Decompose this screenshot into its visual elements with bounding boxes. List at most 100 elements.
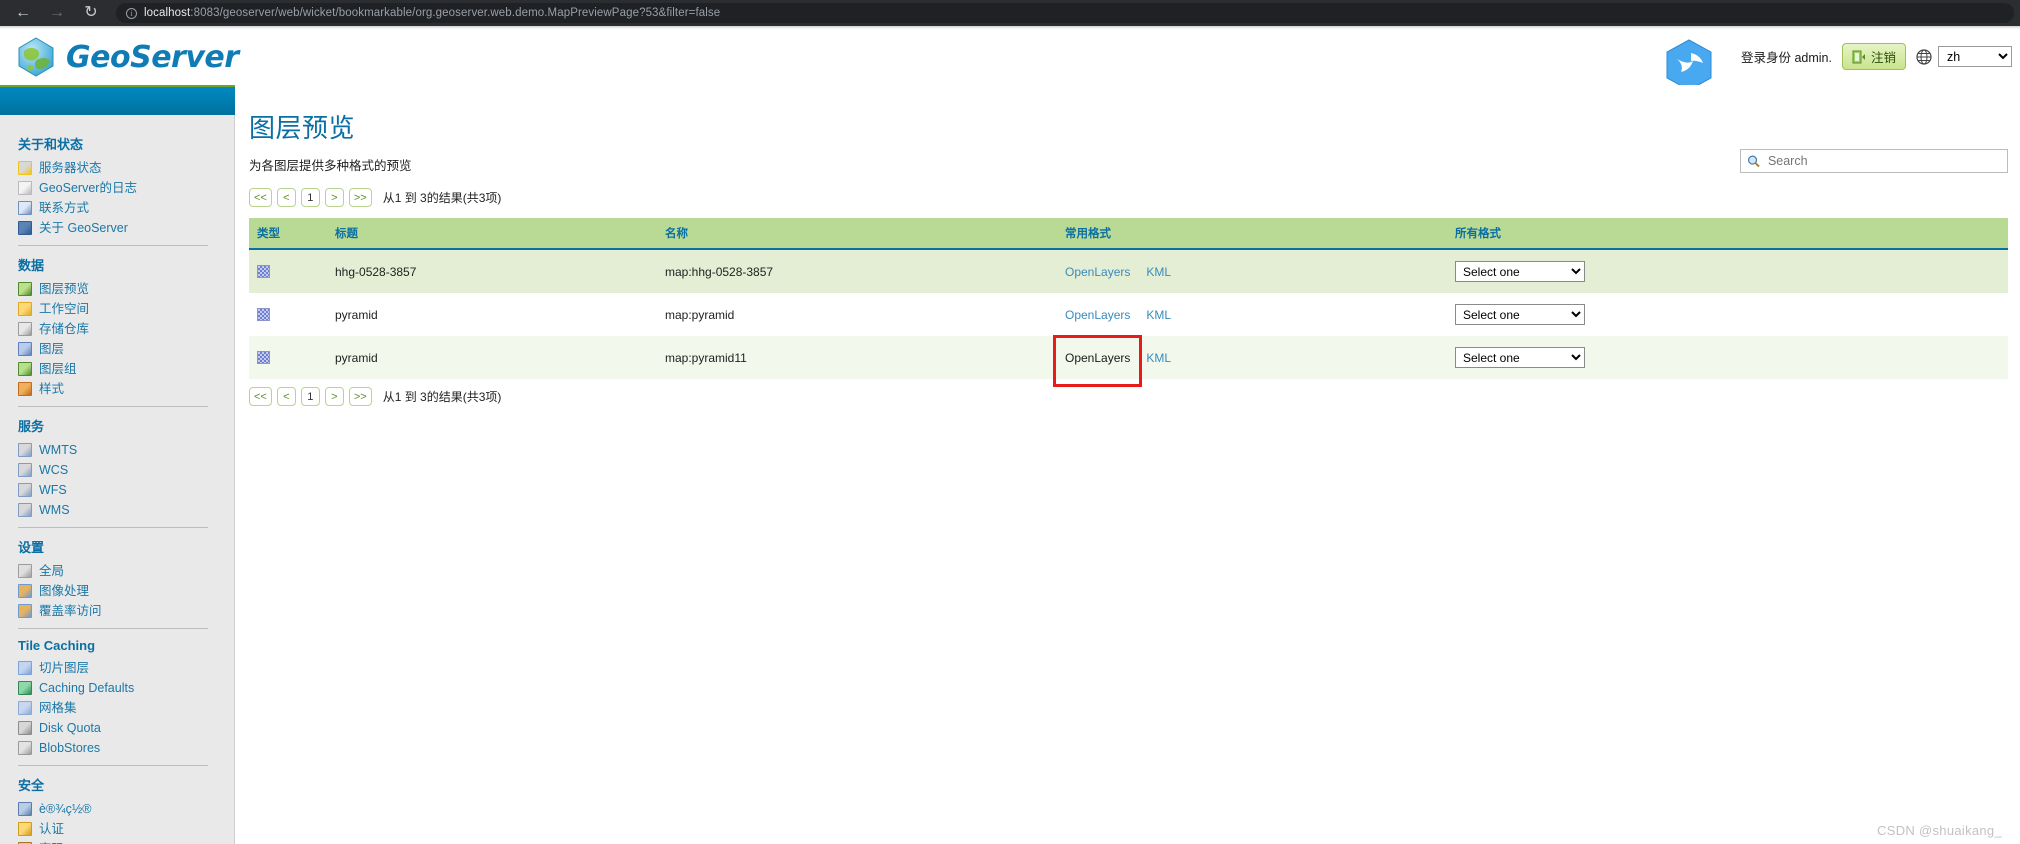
sidebar-item-label: 全局 [39,564,65,578]
coverage-access-icon [18,604,32,618]
pager-first-button-bottom[interactable]: << [249,387,272,406]
format-link-openlayers[interactable]: OpenLayers [1065,351,1130,365]
language-switcher[interactable]: zh [1916,46,2012,67]
format-link-kml[interactable]: KML [1146,351,1171,365]
sidebar-item-coverage-access[interactable]: 覆盖率访问 [18,601,234,621]
all-formats-select[interactable]: Select one [1455,347,1585,368]
info-circle-icon[interactable]: i [126,7,137,19]
search-input[interactable] [1765,153,2001,169]
sidebar-item-server-status[interactable]: 服务器状态 [18,158,234,178]
sidebar-item-about-info[interactable]: 关于 GeoServer [18,218,234,238]
pager-result-text-bottom: 从1 到 3的结果(共3项) [382,390,502,404]
cell-name: map:pyramid11 [657,336,1057,379]
sidebar-item-service-wms[interactable]: WMS [18,500,234,520]
sidebar-item-document-log[interactable]: GeoServer的日志 [18,178,234,198]
pager-prev-button-bottom[interactable]: < [276,387,296,406]
column-header-title[interactable]: 标题 [327,218,657,250]
sidebar-item-shield-auth[interactable]: 认证 [18,819,234,839]
language-select[interactable]: zh [1938,46,2012,67]
table-header-row: 类型 标题 名称 常用格式 所有格式 [249,218,2008,250]
sidebar-item-label: WMTS [39,443,78,457]
contact-card-icon [18,201,32,215]
logo[interactable]: GeoServer [0,35,239,79]
sidebar-item-wrench-settings[interactable]: è®¾ç½® [18,799,234,819]
sidebar-item-layergroup[interactable]: 图层组 [18,359,234,379]
sidebar-item-disk-quota[interactable]: Disk Quota [18,718,234,738]
format-link-kml[interactable]: KML [1146,308,1171,322]
app-header: GeoServer 登录身份 admin. 注销 zh [0,29,2020,91]
about-info-icon [18,221,32,235]
sidebar-group-title: 关于和状态 [18,137,84,152]
sidebar-item-caching-globe[interactable]: Caching Defaults [18,678,234,698]
pager-last-button[interactable]: >> [348,188,372,207]
sidebar-item-label: 切片图层 [39,661,90,675]
logout-button[interactable]: 注销 [1841,43,1906,70]
sidebar-item-style-palette[interactable]: 样式 [18,379,234,399]
column-header-type[interactable]: 类型 [249,218,327,250]
pager-top: << < 1 > >> 从1 到 3的结果(共3项) [249,188,2020,207]
column-header-common-formats[interactable]: 常用格式 [1057,218,1447,250]
format-link-kml[interactable]: KML [1146,265,1171,279]
sidebar-top-band [0,85,235,115]
sidebar-item-contact-card[interactable]: 联系方式 [18,198,234,218]
image-processing-icon [18,584,32,598]
logout-label: 注销 [1870,51,1896,65]
pager-page-1-button-bottom[interactable]: 1 [300,387,320,406]
sidebar-item-datastore[interactable]: 存储仓库 [18,319,234,339]
cell-title: hhg-0528-3857 [327,249,657,293]
back-arrow-icon[interactable]: ← [6,0,40,26]
sidebar-item-label: Disk Quota [39,721,101,735]
sidebar-item-blobstore[interactable]: BlobStores [18,738,234,758]
cell-title: pyramid [327,293,657,336]
all-formats-select[interactable]: Select one [1455,261,1585,282]
pager-page-1-button[interactable]: 1 [300,188,320,207]
pager-prev-button[interactable]: < [276,188,296,207]
sidebar-item-label: Caching Defaults [39,681,135,695]
layergroup-icon [18,362,32,376]
reload-icon[interactable]: ↻ [74,0,108,26]
sidebar-group-title: Tile Caching [18,638,96,653]
raster-type-icon [257,308,270,321]
cell-all-formats: Select one [1447,336,2008,379]
format-link-openlayers[interactable]: OpenLayers [1065,308,1130,322]
sidebar-item-layer[interactable]: 图层 [18,339,234,359]
sidebar-item-service-wmts[interactable]: WMTS [18,440,234,460]
sidebar-item-layer-preview[interactable]: 图层预览 [18,279,234,299]
sidebar-item-global-settings[interactable]: 全局 [18,561,234,581]
pager-first-button[interactable]: << [249,188,272,207]
sidebar-item-gridset[interactable]: 网格集 [18,698,234,718]
column-header-all-formats[interactable]: 所有格式 [1447,218,2008,250]
sidebar-item-lock-password[interactable]: 密码 [18,839,234,844]
sidebar-group-3: 设置 全局 图像处理 覆盖率访问 [18,537,234,629]
raster-type-icon [257,351,270,364]
sidebar-item-service-wfs[interactable]: WFS [18,480,234,500]
sidebar-item-image-processing[interactable]: 图像处理 [18,581,234,601]
sidebar-item-service-wcs[interactable]: WCS [18,460,234,480]
door-exit-icon [1852,50,1865,63]
sidebar-item-folder[interactable]: 工作空间 [18,299,234,319]
sidebar-group-title: 数据 [18,258,45,273]
sidebar-group-5: 安全è®¾ç½®认证密码用户，组，角色æ°°æ®®æ°°å°i [18,775,234,844]
folder-icon [18,302,32,316]
all-formats-select[interactable]: Select one [1455,304,1585,325]
format-link-openlayers[interactable]: OpenLayers [1065,265,1130,279]
cell-title: pyramid [327,336,657,379]
sidebar-divider [18,628,208,629]
sidebar-item-tile-layers[interactable]: 切片图层 [18,658,234,678]
cell-name: map:hhg-0528-3857 [657,249,1057,293]
search-box[interactable] [1740,149,2008,173]
pager-last-button-bottom[interactable]: >> [348,387,372,406]
sidebar-item-label: 图像处理 [39,584,90,598]
forward-arrow-icon[interactable]: → [40,0,74,26]
cell-type [249,293,327,336]
search-icon [1747,155,1760,168]
sidebar-item-label: WCS [39,463,69,477]
column-header-name[interactable]: 名称 [657,218,1057,250]
sidebar-item-label: 密码 [39,840,64,844]
address-bar[interactable]: i localhost:8083/geoserver/web/wicket/boo… [116,3,2014,23]
watermark: CSDN @shuaikang_ [1877,823,2002,838]
sidebar-item-label: è®¾ç½® [39,802,92,816]
pager-next-button[interactable]: > [324,188,344,207]
pager-next-button-bottom[interactable]: > [324,387,344,406]
table-row: pyramid map:pyramid11 OpenLayers KML Select … [249,336,2008,379]
